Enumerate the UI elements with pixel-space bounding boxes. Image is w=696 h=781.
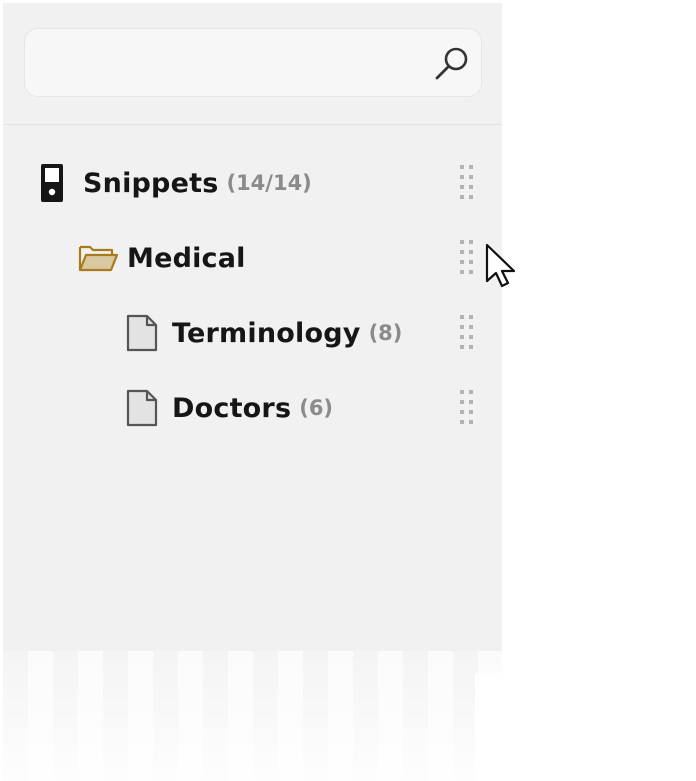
search-icon[interactable] xyxy=(433,45,471,83)
tree-item-count: (14/14) xyxy=(226,171,312,195)
divider xyxy=(3,124,502,125)
tree-item-snippets[interactable]: Snippets (14/14) xyxy=(39,158,312,208)
panel-bottom-fade xyxy=(3,651,502,781)
document-icon xyxy=(126,314,158,352)
tree-item-count: (8) xyxy=(368,321,403,345)
tree-item-label: Snippets xyxy=(83,167,219,199)
drag-handle-icon[interactable] xyxy=(457,239,477,279)
drag-handle-icon[interactable] xyxy=(457,389,477,429)
panel-bottom-fade-edge xyxy=(475,673,502,781)
snippets-panel: Snippets (14/14) Medical Terminology (8)… xyxy=(3,3,502,781)
tree-item-terminology[interactable]: Terminology (8) xyxy=(126,308,402,358)
phone-device-icon xyxy=(39,163,65,203)
tree-item-label: Medical xyxy=(127,242,246,274)
document-icon xyxy=(126,389,158,427)
search-input[interactable] xyxy=(39,39,423,87)
search-box xyxy=(24,28,482,97)
open-folder-icon xyxy=(77,243,119,273)
drag-handle-icon[interactable] xyxy=(457,164,477,204)
tree-item-label: Doctors xyxy=(172,392,292,424)
drag-handle-icon[interactable] xyxy=(457,314,477,354)
tree-item-medical[interactable]: Medical xyxy=(77,233,246,283)
tree-item-label: Terminology xyxy=(172,317,361,349)
tree-item-count: (6) xyxy=(299,396,334,420)
tree-item-doctors[interactable]: Doctors (6) xyxy=(126,383,333,433)
